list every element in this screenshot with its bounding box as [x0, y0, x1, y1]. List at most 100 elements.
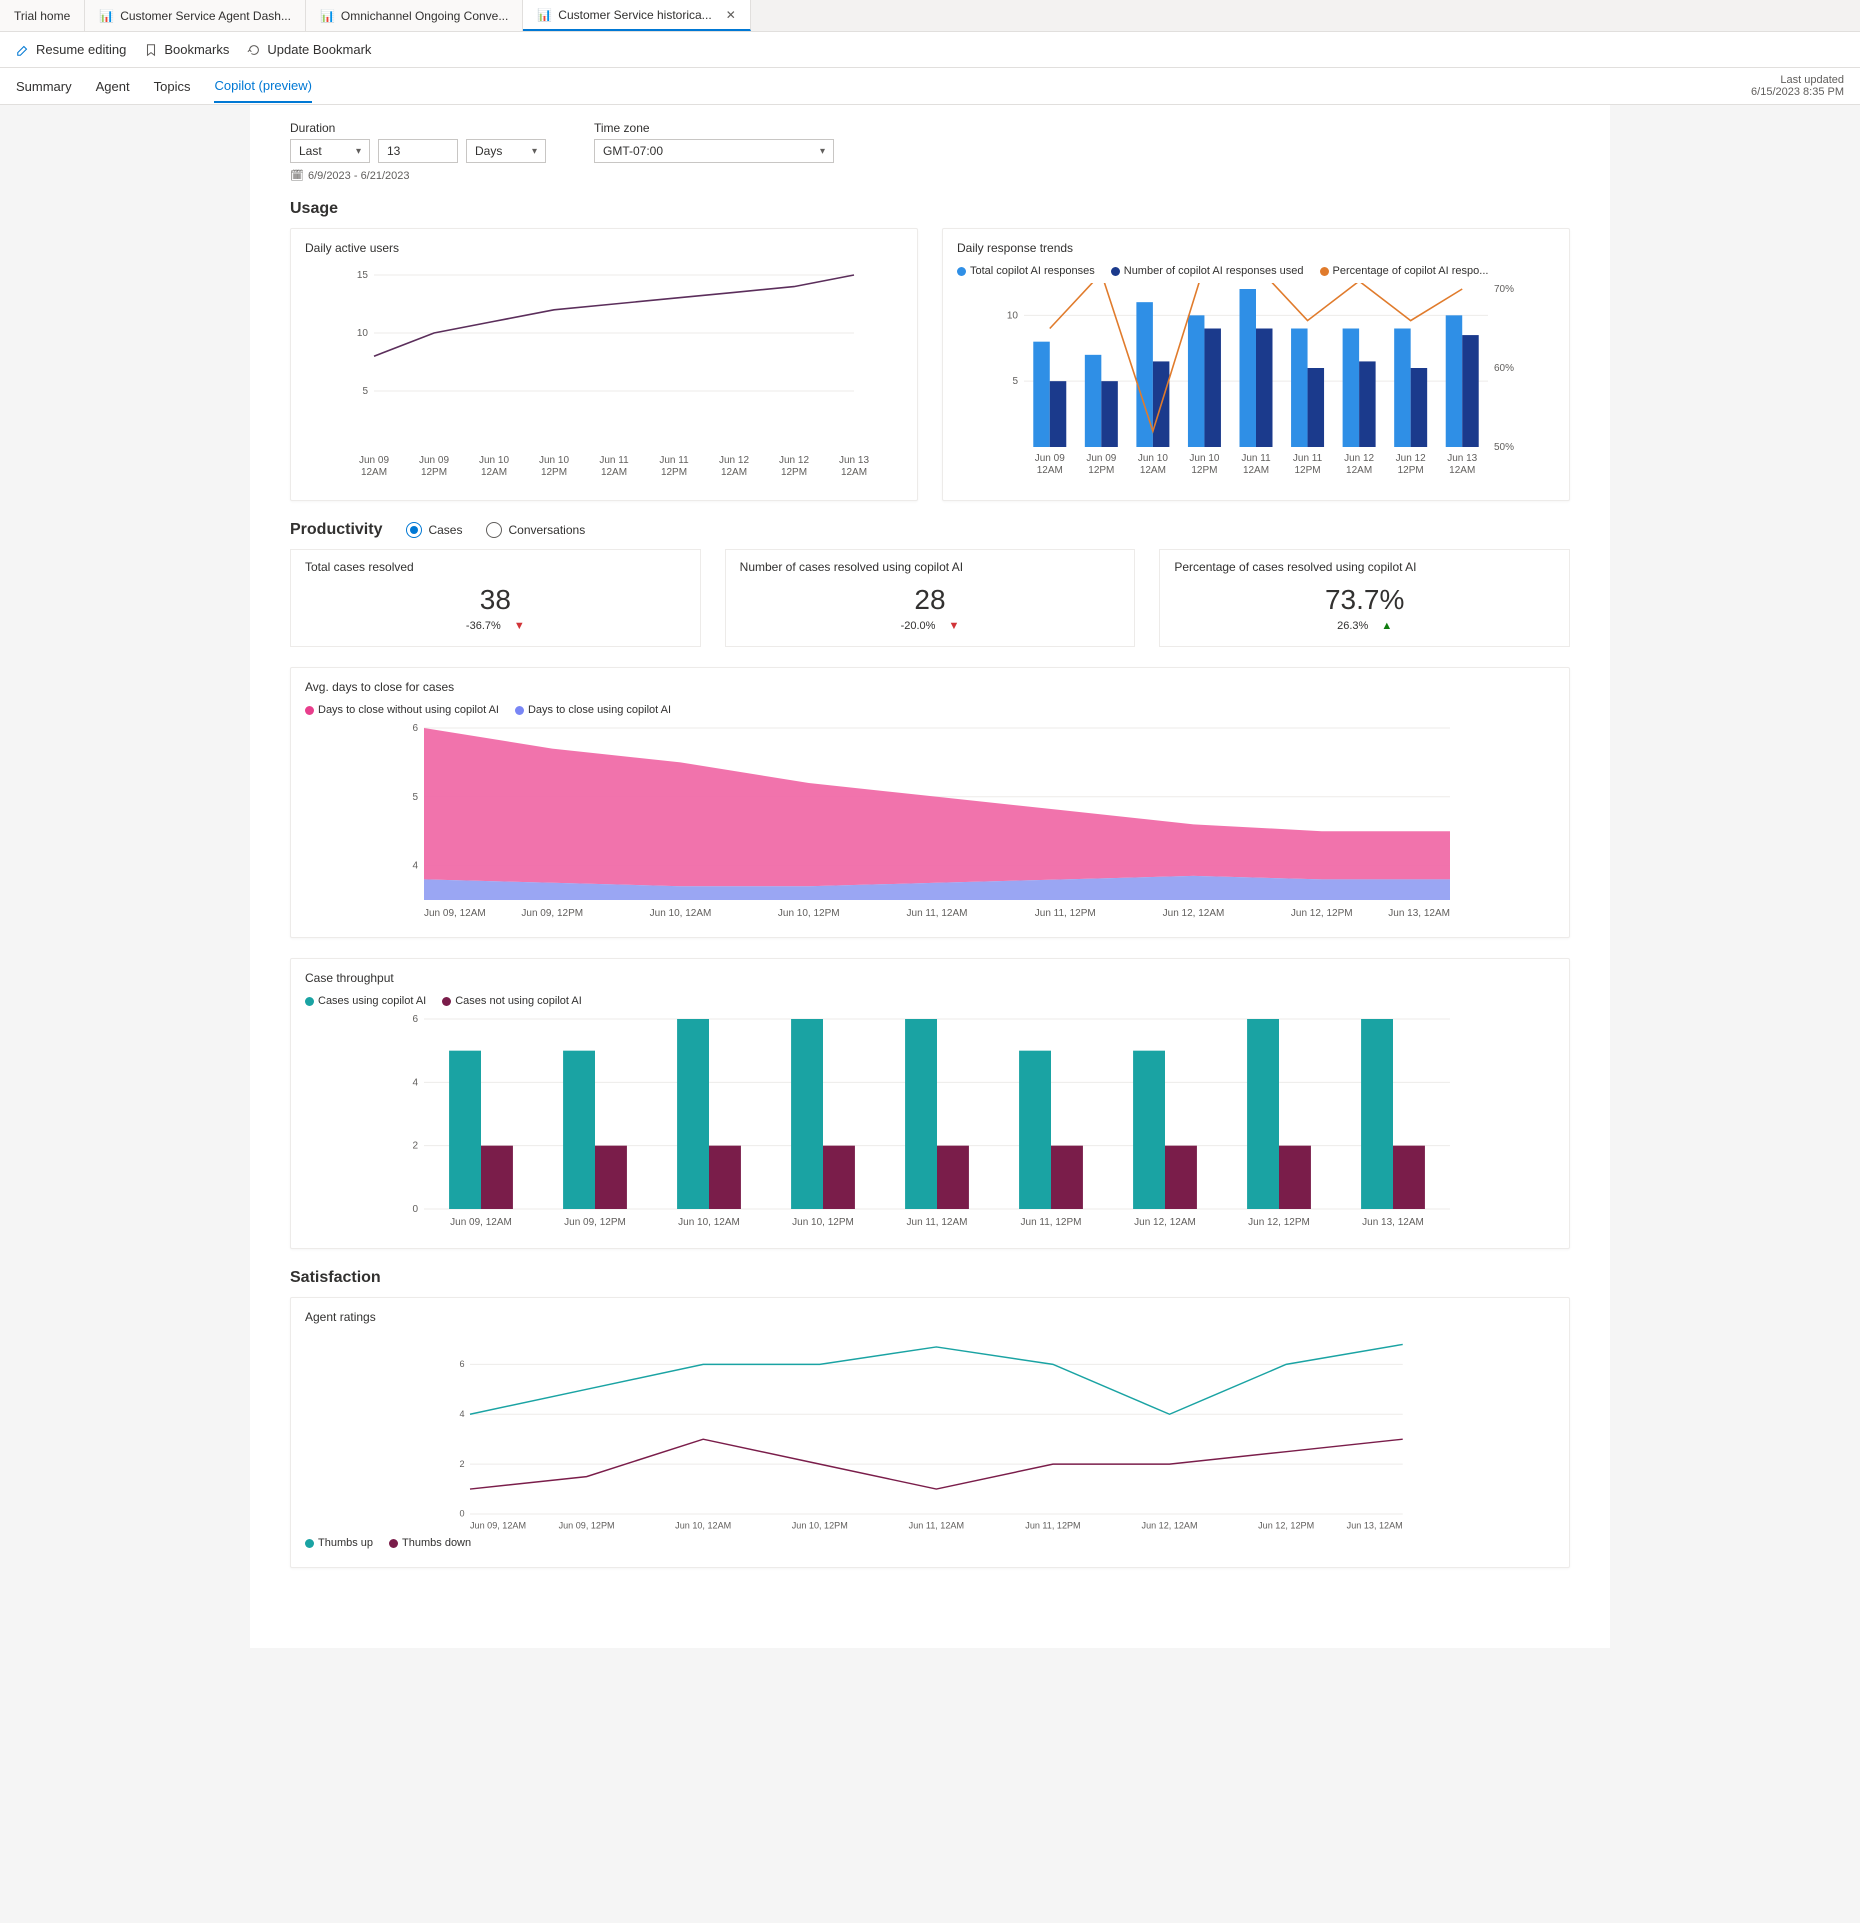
refresh-icon [247, 43, 261, 57]
svg-text:Jun 09, 12AM: Jun 09, 12AM [424, 908, 486, 919]
svg-text:5: 5 [362, 386, 368, 397]
svg-text:Jun 11, 12AM: Jun 11, 12AM [907, 908, 968, 919]
tab-omnichannel[interactable]: 📊 Omnichannel Ongoing Conve... [306, 0, 523, 31]
subnav-summary[interactable]: Summary [16, 71, 72, 102]
svg-text:6: 6 [412, 1014, 418, 1025]
last-updated-value: 6/15/2023 8:35 PM [1751, 86, 1844, 98]
bookmarks-button[interactable]: Bookmarks [144, 42, 229, 57]
svg-text:Jun 10, 12PM: Jun 10, 12PM [792, 1217, 854, 1228]
svg-text:12AM: 12AM [721, 467, 747, 478]
svg-text:Jun 13, 12AM: Jun 13, 12AM [1388, 908, 1450, 919]
svg-text:Jun 09, 12PM: Jun 09, 12PM [564, 1217, 626, 1228]
chart-daily-response-trends: 51050%60%70%Jun 0912AMJun 0912PMJun 1012… [957, 283, 1555, 483]
report-toolbar: Resume editing Bookmarks Update Bookmark [0, 32, 1860, 68]
svg-text:12AM: 12AM [601, 467, 627, 478]
svg-text:Jun 11: Jun 11 [659, 455, 689, 466]
svg-text:50%: 50% [1494, 442, 1514, 453]
kpi-title: Percentage of cases resolved using copil… [1174, 560, 1555, 574]
svg-text:Jun 09: Jun 09 [359, 455, 389, 466]
svg-text:Jun 10, 12PM: Jun 10, 12PM [792, 1521, 848, 1531]
timezone-select[interactable]: GMT-07:00▾ [594, 139, 834, 163]
svg-text:Jun 12: Jun 12 [779, 455, 809, 466]
date-range: 🗓 6/9/2023 - 6/21/2023 [290, 169, 546, 182]
card-title: Daily response trends [957, 241, 1555, 255]
svg-text:Jun 12: Jun 12 [1344, 453, 1374, 464]
duration-count-select[interactable]: 13 [378, 139, 458, 163]
duration-mode-select[interactable]: Last▾ [290, 139, 370, 163]
radio-cases[interactable]: Cases [406, 522, 462, 538]
svg-text:4: 4 [412, 861, 418, 872]
card-title: Agent ratings [305, 1310, 1555, 1324]
svg-text:6: 6 [412, 723, 418, 734]
report-subnav: Summary Agent Topics Copilot (preview) [16, 68, 312, 104]
radio-conversations[interactable]: Conversations [486, 522, 585, 538]
svg-text:Jun 11, 12PM: Jun 11, 12PM [1025, 1521, 1080, 1531]
section-usage-title: Usage [290, 200, 1570, 218]
svg-text:Jun 09: Jun 09 [419, 455, 449, 466]
svg-text:4: 4 [412, 1077, 418, 1088]
card-daily-active-users: Daily active users 51015Jun 0912AMJun 09… [290, 228, 918, 501]
svg-text:12PM: 12PM [1398, 465, 1424, 476]
svg-text:Jun 12, 12PM: Jun 12, 12PM [1248, 1217, 1310, 1228]
svg-text:Jun 13: Jun 13 [1447, 453, 1477, 464]
subnav-copilot[interactable]: Copilot (preview) [214, 70, 312, 103]
svg-text:Jun 12, 12PM: Jun 12, 12PM [1258, 1521, 1314, 1531]
last-updated-label: Last updated [1751, 74, 1844, 86]
kpi-value: 38 [305, 584, 686, 616]
svg-text:12AM: 12AM [481, 467, 507, 478]
timezone-filter: Time zone GMT-07:00▾ [594, 121, 834, 182]
svg-text:2: 2 [412, 1141, 418, 1152]
svg-text:Jun 12, 12AM: Jun 12, 12AM [1163, 908, 1225, 919]
svg-text:12PM: 12PM [541, 467, 567, 478]
card-avg-days-close: Avg. days to close for cases Days to clo… [290, 667, 1570, 938]
duration-unit-select[interactable]: Days▾ [466, 139, 546, 163]
dashboard-icon: 📊 [320, 9, 335, 23]
chart-daily-active-users: 51015Jun 0912AMJun 0912PMJun 1012AMJun 1… [305, 265, 903, 485]
kpi-title: Number of cases resolved using copilot A… [740, 560, 1121, 574]
svg-text:Jun 10, 12AM: Jun 10, 12AM [650, 908, 712, 919]
card-title: Avg. days to close for cases [305, 680, 1555, 694]
svg-text:Jun 11, 12PM: Jun 11, 12PM [1021, 1217, 1082, 1228]
card-case-throughput: Case throughput Cases using copilot AI C… [290, 958, 1570, 1249]
kpi-pct-cases-copilot: Percentage of cases resolved using copil… [1159, 549, 1570, 647]
svg-text:Jun 13, 12AM: Jun 13, 12AM [1362, 1217, 1424, 1228]
subnav-topics[interactable]: Topics [154, 71, 191, 102]
svg-text:Jun 10: Jun 10 [1189, 453, 1219, 464]
toolbar-label: Bookmarks [164, 42, 229, 57]
svg-text:0: 0 [459, 1509, 464, 1519]
svg-text:12AM: 12AM [841, 467, 867, 478]
tab-cs-agent-dash[interactable]: 📊 Customer Service Agent Dash... [85, 0, 306, 31]
svg-text:12PM: 12PM [661, 467, 687, 478]
svg-text:Jun 11: Jun 11 [599, 455, 629, 466]
close-icon[interactable]: ✕ [726, 8, 736, 22]
kpi-title: Total cases resolved [305, 560, 686, 574]
svg-text:Jun 11: Jun 11 [1241, 453, 1271, 464]
tab-label: Customer Service historica... [558, 8, 711, 22]
svg-text:Jun 10, 12AM: Jun 10, 12AM [678, 1217, 740, 1228]
update-bookmark-button[interactable]: Update Bookmark [247, 42, 371, 57]
duration-label: Duration [290, 121, 546, 135]
svg-text:10: 10 [357, 328, 369, 339]
svg-text:Jun 11, 12AM: Jun 11, 12AM [907, 1217, 968, 1228]
kpi-value: 28 [740, 584, 1121, 616]
svg-text:Jun 09, 12PM: Jun 09, 12PM [521, 908, 583, 919]
svg-text:12AM: 12AM [361, 467, 387, 478]
svg-text:12PM: 12PM [1191, 465, 1217, 476]
svg-text:Jun 12: Jun 12 [1396, 453, 1426, 464]
svg-text:5: 5 [412, 792, 418, 803]
subnav-agent[interactable]: Agent [96, 71, 130, 102]
svg-text:Jun 12: Jun 12 [719, 455, 749, 466]
kpi-delta: 26.3% [1174, 620, 1555, 632]
tab-trial-home[interactable]: Trial home [0, 0, 85, 31]
svg-text:Jun 09, 12PM: Jun 09, 12PM [559, 1521, 615, 1531]
svg-text:Jun 12, 12AM: Jun 12, 12AM [1134, 1217, 1196, 1228]
kpi-value: 73.7% [1174, 584, 1555, 616]
filters: Duration Last▾ 13 Days▾ 🗓 6/9/2023 - 6/2… [290, 121, 1570, 182]
svg-text:12PM: 12PM [1294, 465, 1320, 476]
tab-label: Omnichannel Ongoing Conve... [341, 9, 508, 23]
kpi-total-cases: Total cases resolved 38 -36.7% [290, 549, 701, 647]
svg-text:Jun 12, 12AM: Jun 12, 12AM [1142, 1521, 1198, 1531]
resume-editing-button[interactable]: Resume editing [16, 42, 126, 57]
dashboard-icon: 📊 [99, 9, 114, 23]
tab-cs-historical[interactable]: 📊 Customer Service historica... ✕ [523, 0, 750, 31]
